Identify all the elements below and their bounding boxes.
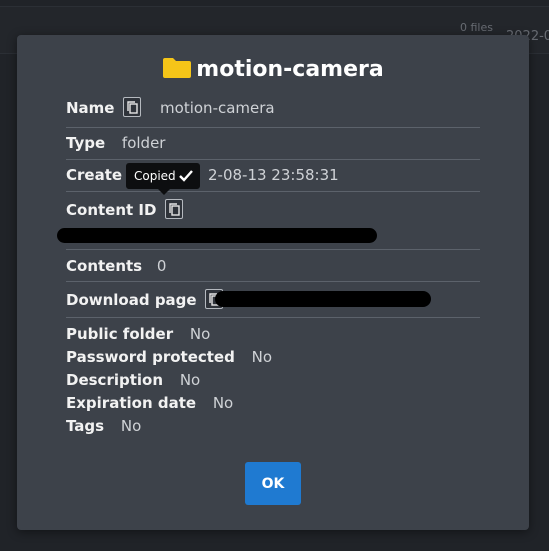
type-value: folder bbox=[121, 134, 166, 152]
ok-button[interactable]: OK bbox=[245, 462, 301, 505]
contents-label: Contents bbox=[66, 257, 143, 275]
tooltip-text: Copied bbox=[134, 169, 176, 183]
expiration-date-row: Expiration date No bbox=[66, 394, 480, 412]
divider bbox=[66, 317, 480, 318]
content-id-label: Content ID bbox=[66, 201, 157, 219]
public-folder-label: Public folder bbox=[66, 325, 174, 343]
name-label: Name bbox=[66, 99, 115, 117]
created-label: Create t bbox=[66, 166, 135, 184]
name-row: Name motion-camera bbox=[66, 97, 480, 117]
tags-label: Tags bbox=[66, 417, 105, 435]
public-folder-value: No bbox=[189, 325, 211, 343]
contents-row: Contents 0 bbox=[66, 257, 480, 275]
password-protected-row: Password protected No bbox=[66, 348, 480, 366]
divider bbox=[66, 249, 480, 250]
content-id-row: Content ID bbox=[66, 199, 480, 219]
created-value: 2-08-13 23:58:31 bbox=[208, 166, 339, 184]
copy-icon bbox=[127, 101, 138, 114]
redacted-content-id bbox=[57, 228, 377, 243]
folder-details-dialog: motion-camera Name motion-camera Type fo… bbox=[17, 35, 529, 530]
description-label: Description bbox=[66, 371, 164, 389]
contents-value: 0 bbox=[156, 257, 167, 275]
divider bbox=[66, 159, 480, 160]
expiration-date-label: Expiration date bbox=[66, 394, 197, 412]
description-value: No bbox=[179, 371, 201, 389]
redacted-download-link[interactable] bbox=[215, 291, 431, 307]
tags-row: Tags No bbox=[66, 417, 480, 435]
divider bbox=[66, 127, 480, 128]
divider bbox=[66, 191, 480, 192]
dialog-title: motion-camera bbox=[17, 57, 529, 85]
copy-icon bbox=[169, 203, 180, 216]
public-folder-row: Public folder No bbox=[66, 325, 480, 343]
folder-icon bbox=[162, 57, 192, 85]
type-label: Type bbox=[66, 134, 106, 152]
name-value: motion-camera bbox=[160, 99, 275, 117]
copy-content-id-button[interactable] bbox=[165, 199, 184, 219]
checkmark-icon bbox=[178, 165, 193, 191]
copied-tooltip: Copied bbox=[126, 163, 200, 195]
copy-name-button[interactable] bbox=[123, 97, 142, 117]
password-protected-label: Password protected bbox=[66, 348, 235, 366]
tags-value: No bbox=[120, 417, 142, 435]
description-row: Description No bbox=[66, 371, 480, 389]
type-row: Type folder bbox=[66, 134, 480, 152]
dialog-title-text: motion-camera bbox=[196, 57, 384, 82]
download-page-label: Download page bbox=[66, 291, 197, 309]
divider bbox=[66, 281, 480, 282]
expiration-date-value: No bbox=[212, 394, 234, 412]
password-protected-value: No bbox=[251, 348, 273, 366]
